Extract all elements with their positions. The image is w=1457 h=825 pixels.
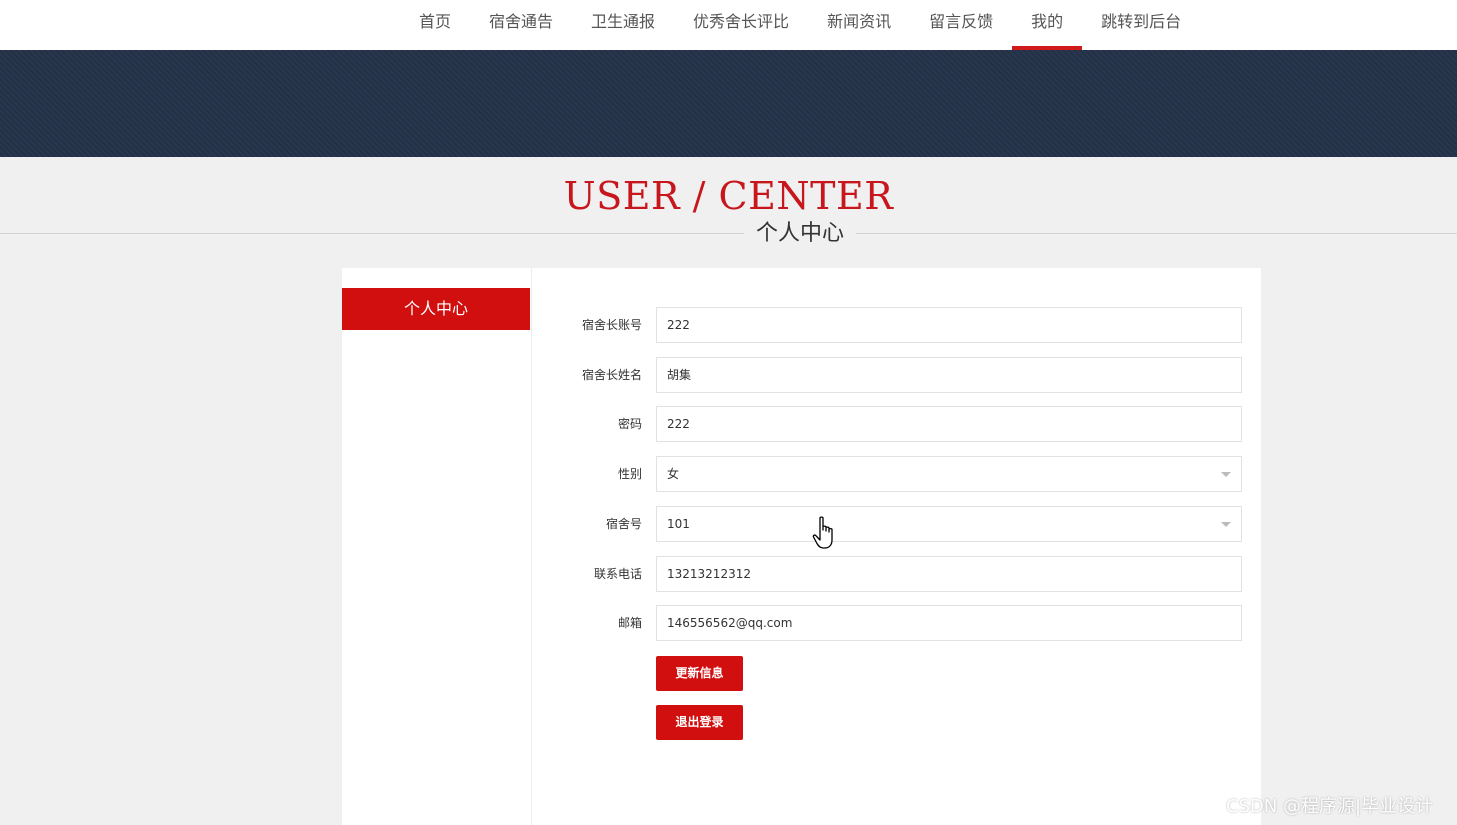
password-input[interactable]: 222 [656,406,1242,442]
nav-item-dorm-leader-rating[interactable]: 优秀舍长评比 [674,0,808,50]
gender-select[interactable]: 女 [656,456,1242,492]
nav-item-hygiene-reports[interactable]: 卫生通报 [572,0,674,50]
nav-item-dorm-notices[interactable]: 宿舍通告 [470,0,572,50]
email-input[interactable]: 146556562@qq.com [656,605,1242,641]
account-input[interactable]: 222 [656,307,1242,343]
form-row-dorm-number: 宿舍号 101 [342,506,1261,542]
form-row-account: 宿舍长账号 222 [342,307,1261,343]
banner [0,50,1457,157]
email-label: 邮箱 [617,616,642,630]
dorm-number-select-value: 101 [667,517,690,531]
section-heading: USER / CENTER 个人中心 [0,157,1457,252]
dorm-number-label: 宿舍号 [605,517,642,531]
nav-item-news[interactable]: 新闻资讯 [808,0,910,50]
form-row-name: 宿舍长姓名 胡集 [342,357,1261,393]
gender-label: 性别 [617,467,642,481]
name-label: 宿舍长姓名 [581,368,642,382]
heading-divider [0,233,1457,234]
form-row-email: 邮箱 146556562@qq.com [342,605,1261,641]
account-label: 宿舍长账号 [581,318,642,332]
password-label: 密码 [617,417,642,431]
nav-item-feedback[interactable]: 留言反馈 [910,0,1012,50]
nav-menu: 首页 宿舍通告 卫生通报 优秀舍长评比 新闻资讯 留言反馈 我的 跳转到后台 [400,0,1200,50]
update-info-button[interactable]: 更新信息 [656,656,743,691]
logout-button[interactable]: 退出登录 [656,705,743,740]
form-row-phone: 联系电话 13213212312 [342,556,1261,592]
hand-cursor-icon [812,516,833,549]
name-input[interactable]: 胡集 [656,357,1242,393]
form-row-password: 密码 222 [342,406,1261,442]
nav-item-admin[interactable]: 跳转到后台 [1082,0,1200,50]
nav-item-mine[interactable]: 我的 [1012,0,1083,50]
sidebar: 个人中心 [342,268,532,825]
nav-item-home[interactable]: 首页 [400,0,470,50]
phone-label: 联系电话 [593,567,642,581]
top-navigation: 首页 宿舍通告 卫生通报 优秀舍长评比 新闻资讯 留言反馈 我的 跳转到后台 [0,0,1457,50]
phone-input[interactable]: 13213212312 [656,556,1242,592]
chevron-down-icon [1221,472,1231,477]
heading-title-cn: 个人中心 [744,220,856,248]
watermark: CSDN @程序源|毕业设计 [1226,796,1434,817]
form-row-gender: 性别 女 [342,456,1261,492]
heading-title-en: USER / CENTER [563,174,894,218]
dorm-number-select[interactable]: 101 [656,506,1242,542]
chevron-down-icon [1221,522,1231,527]
gender-select-value: 女 [667,467,680,481]
user-center-panel: 个人中心 宿舍长账号 222 宿舍长姓名 胡集 密码 222 性别 女 宿舍号 … [342,268,1261,825]
